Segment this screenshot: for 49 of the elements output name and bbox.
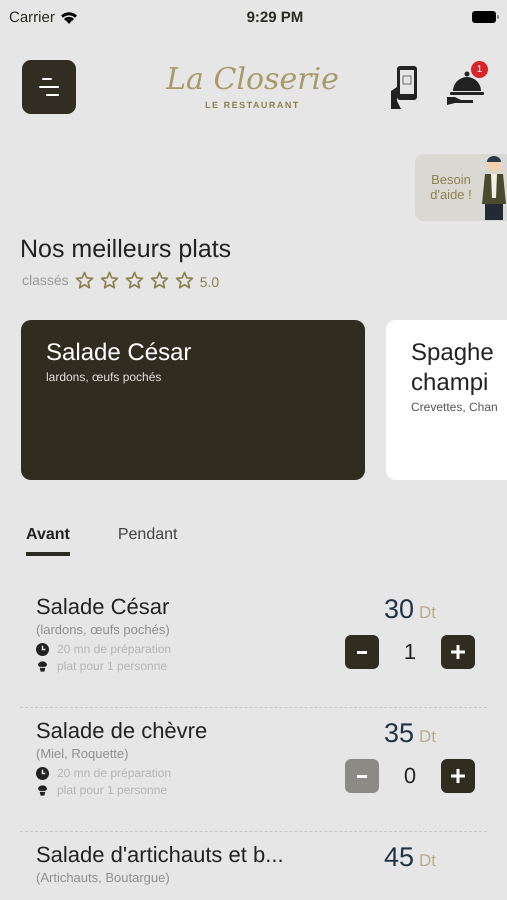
price-value: 35 — [384, 718, 414, 749]
featured-dish-card[interactable]: Salade César lardons, œufs pochés — [21, 320, 365, 480]
increase-button[interactable] — [441, 635, 475, 669]
rating-value: 5.0 — [200, 274, 220, 290]
menu-button[interactable] — [22, 60, 76, 114]
category-tab[interactable]: Pendant — [118, 526, 178, 556]
plus-icon — [451, 645, 465, 659]
battery-icon — [472, 11, 499, 23]
category-tab[interactable]: Avant — [26, 526, 70, 556]
carrier-label: Carrier — [9, 8, 55, 26]
dish-description: Crevettes, Chan — [411, 400, 499, 414]
currency-label: Dt — [419, 603, 436, 623]
chef-hat-icon — [36, 783, 49, 797]
star-icon — [74, 270, 94, 290]
rating-label: classés — [22, 272, 69, 288]
star-icon — [100, 270, 119, 290]
dish-ingredients: (Artichauts, Boutargue) — [36, 870, 171, 885]
minus-icon — [357, 774, 367, 778]
price-value: 45 — [384, 842, 414, 873]
wifi-icon — [60, 10, 78, 24]
star-icon — [124, 270, 144, 290]
clock-icon — [36, 642, 49, 656]
dish-ingredients: (Miel, Roquette) — [36, 746, 130, 761]
decrease-button[interactable] — [345, 635, 379, 669]
logo-subtitle: LE RESTAURANT — [205, 100, 300, 110]
logo-text: La Closerie — [166, 63, 339, 96]
featured-dish-card[interactable]: Spaghe champi Crevettes, Chan — [386, 320, 507, 480]
star-icon — [174, 270, 194, 290]
price-value: 30 — [384, 594, 414, 625]
increase-button[interactable] — [441, 759, 475, 793]
section-title: Nos meilleurs plats — [20, 235, 232, 264]
plus-icon — [451, 769, 465, 783]
notification-badge: 1 — [470, 60, 488, 78]
quantity-value: 0 — [402, 763, 418, 789]
dish-title: Spaghe champi — [411, 338, 495, 398]
quantity-value: 1 — [402, 639, 418, 665]
star-icon — [150, 270, 169, 290]
dish-name: Salade de chèvre — [36, 718, 208, 744]
dish-title: Salade César — [46, 338, 192, 368]
chef-hat-icon — [36, 659, 49, 673]
minus-icon — [357, 650, 367, 654]
currency-label: Dt — [419, 727, 436, 747]
dish-ingredients: (lardons, œufs pochés) — [36, 622, 171, 637]
dish-name: Salade César — [36, 594, 170, 620]
currency-label: Dt — [419, 851, 436, 871]
clock-icon — [36, 766, 49, 780]
clock-time: 9:29 PM — [246, 8, 304, 26]
dish-description: lardons, œufs pochés — [46, 370, 162, 384]
dish-name: Salade d'artichauts et b... — [36, 842, 284, 868]
